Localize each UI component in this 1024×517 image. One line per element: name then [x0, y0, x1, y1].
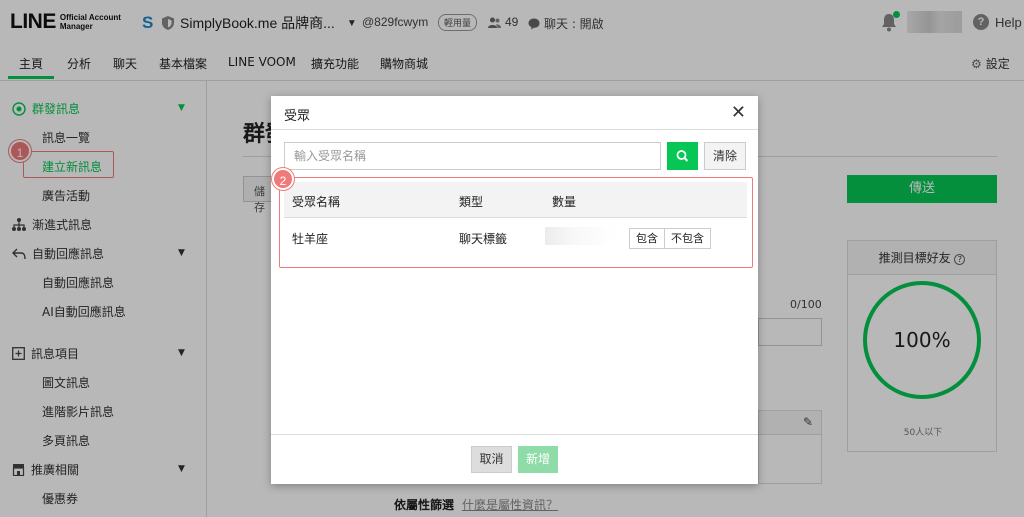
annotation-step-2: 2 [272, 168, 294, 190]
include-button[interactable]: 包含 [630, 229, 664, 248]
search-button[interactable] [667, 142, 698, 170]
audience-name: 牡羊座 [292, 232, 329, 246]
audience-search-input[interactable] [284, 142, 661, 170]
clear-button[interactable]: 清除 [704, 142, 746, 170]
exclude-button[interactable]: 不包含 [664, 229, 710, 248]
include-exclude-toggle: 包含 不包含 [629, 228, 711, 249]
add-button[interactable]: 新增 [518, 446, 558, 473]
modal-footer: 取消 新增 [271, 434, 758, 484]
audience-type: 聊天標籤 [459, 232, 508, 246]
cancel-button[interactable]: 取消 [471, 446, 512, 473]
audience-modal: 受眾 ✕ 清除 受眾名稱 類型 數量 牡羊座 聊天標籤 包含 不包含 2 取消 … [271, 96, 758, 484]
audience-count-redacted [545, 227, 617, 245]
search-icon [676, 150, 689, 162]
close-icon[interactable]: ✕ [731, 102, 746, 123]
column-header-count: 數量 [552, 195, 577, 209]
table-header: 受眾名稱 類型 數量 [284, 182, 747, 218]
column-header-name: 受眾名稱 [292, 195, 341, 209]
audience-table: 受眾名稱 類型 數量 牡羊座 聊天標籤 包含 不包含 [279, 177, 753, 268]
column-header-type: 類型 [459, 195, 484, 209]
modal-title: 受眾 [284, 109, 311, 124]
